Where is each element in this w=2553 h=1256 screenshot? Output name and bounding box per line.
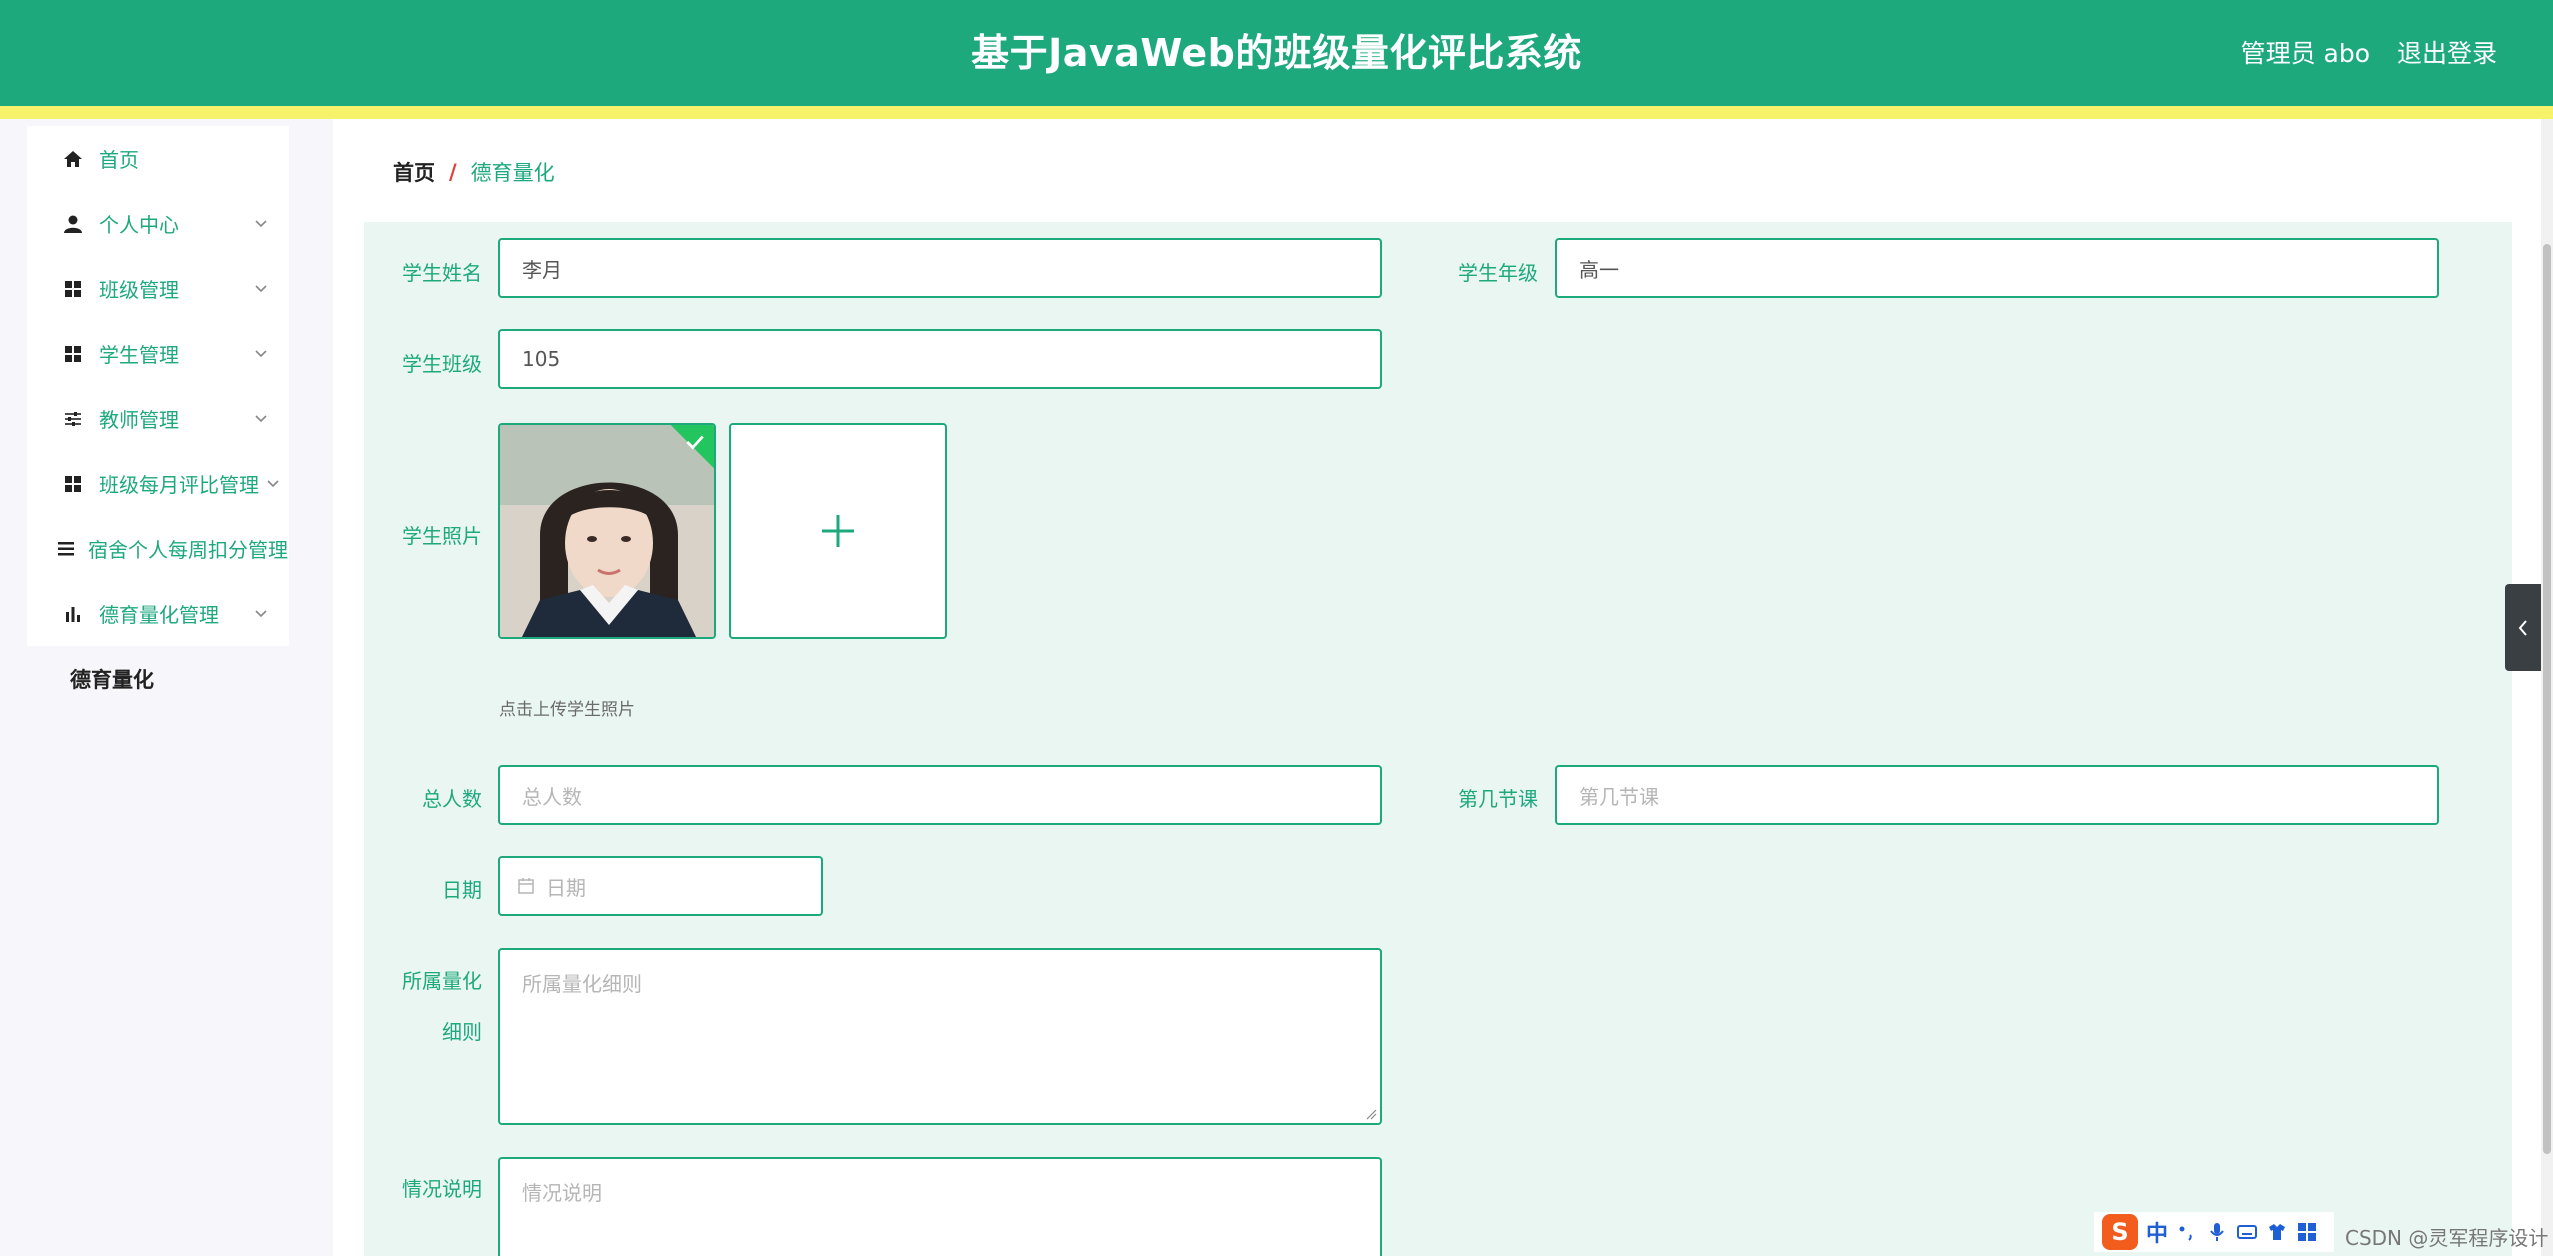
date-placeholder: 日期 (546, 875, 586, 900)
chevron-left-icon (2518, 619, 2527, 636)
sidebar-item-moral-quantification[interactable]: 德育量化管理 (27, 581, 289, 646)
sidebar-item-profile[interactable]: 个人中心 (27, 191, 289, 256)
sidebar-item-home[interactable]: 首页 (27, 126, 289, 191)
date-picker-input[interactable]: 日期 (498, 856, 823, 916)
sidebar-item-teacher-management[interactable]: 教师管理 (27, 386, 289, 451)
student-class-input[interactable]: 105 (498, 329, 1382, 389)
sidebar: 首页 个人中心 班级管理 学生管理 教师管理 班级每月评比管理 宿舍个人每周扣分… (0, 119, 333, 1256)
keyboard-icon[interactable] (2236, 1221, 2258, 1243)
ime-mode-indicator[interactable]: 中 (2146, 1216, 2168, 1248)
total-people-label: 总人数 (422, 787, 482, 811)
student-name-input[interactable]: 李月 (498, 238, 1382, 298)
sidebar-item-label: 宿舍个人每周扣分管理 (88, 538, 288, 562)
sidebar-item-monthly-evaluation[interactable]: 班级每月评比管理 (27, 451, 289, 516)
photo-upload-hint: 点击上传学生照片 (499, 700, 635, 720)
sidebar-item-label: 班级每月评比管理 (99, 473, 259, 497)
sidebar-item-class-management[interactable]: 班级管理 (27, 256, 289, 321)
date-label: 日期 (442, 878, 482, 902)
total-people-input[interactable]: 总人数 (498, 765, 1382, 825)
resize-grip-icon[interactable] (1365, 1108, 1377, 1120)
chevron-down-icon (255, 415, 267, 423)
plus-icon (822, 515, 854, 547)
punctuation-icon[interactable] (2176, 1221, 2198, 1243)
sidebar-item-label: 个人中心 (99, 213, 179, 237)
student-grade-input[interactable]: 高一 (1555, 238, 2439, 298)
csdn-watermark: CSDN @灵军程序设计 (2345, 1226, 2549, 1250)
lesson-number-label: 第几节课 (1458, 787, 1538, 811)
sidebar-item-label: 学生管理 (99, 343, 179, 367)
sidebar-item-student-management[interactable]: 学生管理 (27, 321, 289, 386)
rule-label-line2: 细则 (442, 1020, 482, 1044)
microphone-icon[interactable] (2206, 1221, 2228, 1243)
sidebar-subitem-moral-quantification[interactable]: 德育量化 (70, 664, 154, 694)
user-icon (61, 212, 85, 236)
breadcrumb-current: 德育量化 (470, 161, 555, 185)
app-title: 基于JavaWeb的班级量化评比系统 (971, 31, 1582, 75)
rule-textarea[interactable]: 所属量化细则 (498, 948, 1382, 1125)
rule-placeholder: 所属量化细则 (522, 972, 642, 996)
bar-chart-icon (61, 602, 85, 626)
side-panel-toggle[interactable] (2505, 584, 2541, 671)
student-grade-label: 学生年级 (1458, 261, 1538, 285)
sidebar-item-label: 首页 (99, 148, 139, 172)
grid-icon (61, 277, 85, 301)
header-accent-stripe (0, 106, 2553, 119)
skin-icon[interactable] (2266, 1221, 2288, 1243)
grid-icon (61, 472, 85, 496)
app-header: 基于JavaWeb的班级量化评比系统 管理员 abo 退出登录 (0, 0, 2553, 106)
grid-icon (61, 342, 85, 366)
sidebar-item-dorm-deduction[interactable]: 宿舍个人每周扣分管理 (27, 516, 289, 581)
chevron-down-icon (255, 610, 267, 618)
sidebar-menu: 首页 个人中心 班级管理 学生管理 教师管理 班级每月评比管理 宿舍个人每周扣分… (27, 126, 289, 646)
remark-label: 情况说明 (402, 1177, 482, 1201)
breadcrumb-separator: / (449, 160, 457, 184)
check-icon (686, 435, 704, 450)
logout-link[interactable]: 退出登录 (2397, 34, 2497, 70)
sidebar-item-label: 德育量化管理 (99, 603, 219, 627)
student-photo-label: 学生照片 (402, 524, 482, 548)
photo-upload-button[interactable] (729, 423, 947, 639)
calendar-icon (518, 878, 534, 894)
remark-textarea[interactable]: 情况说明 (498, 1157, 1382, 1256)
page-scrollbar[interactable] (2541, 119, 2553, 1256)
student-photo-image (500, 425, 714, 637)
breadcrumb: 首页 / 德育量化 (393, 157, 555, 187)
chevron-down-icon (255, 220, 267, 228)
sliders-icon (61, 407, 85, 431)
list-icon (54, 537, 78, 561)
breadcrumb-home[interactable]: 首页 (393, 157, 435, 187)
home-icon (61, 147, 85, 171)
scrollbar-thumb[interactable] (2543, 244, 2551, 1154)
student-class-label: 学生班级 (402, 352, 482, 376)
sidebar-item-label: 教师管理 (99, 408, 179, 432)
lesson-number-input[interactable]: 第几节课 (1555, 765, 2439, 825)
current-user-label: 管理员 abo (2240, 39, 2370, 68)
student-photo-thumbnail[interactable] (498, 423, 716, 639)
chevron-down-icon (267, 480, 279, 488)
sidebar-item-label: 班级管理 (99, 278, 179, 302)
sogou-ime-logo: S (2102, 1214, 2138, 1250)
chevron-down-icon (255, 350, 267, 358)
student-name-label: 学生姓名 (402, 261, 482, 285)
chevron-down-icon (255, 285, 267, 293)
rule-label-line1: 所属量化 (402, 969, 482, 993)
ime-toolbar[interactable]: S 中 (2094, 1212, 2334, 1252)
toolbox-icon[interactable] (2296, 1221, 2318, 1243)
remark-placeholder: 情况说明 (522, 1181, 602, 1205)
